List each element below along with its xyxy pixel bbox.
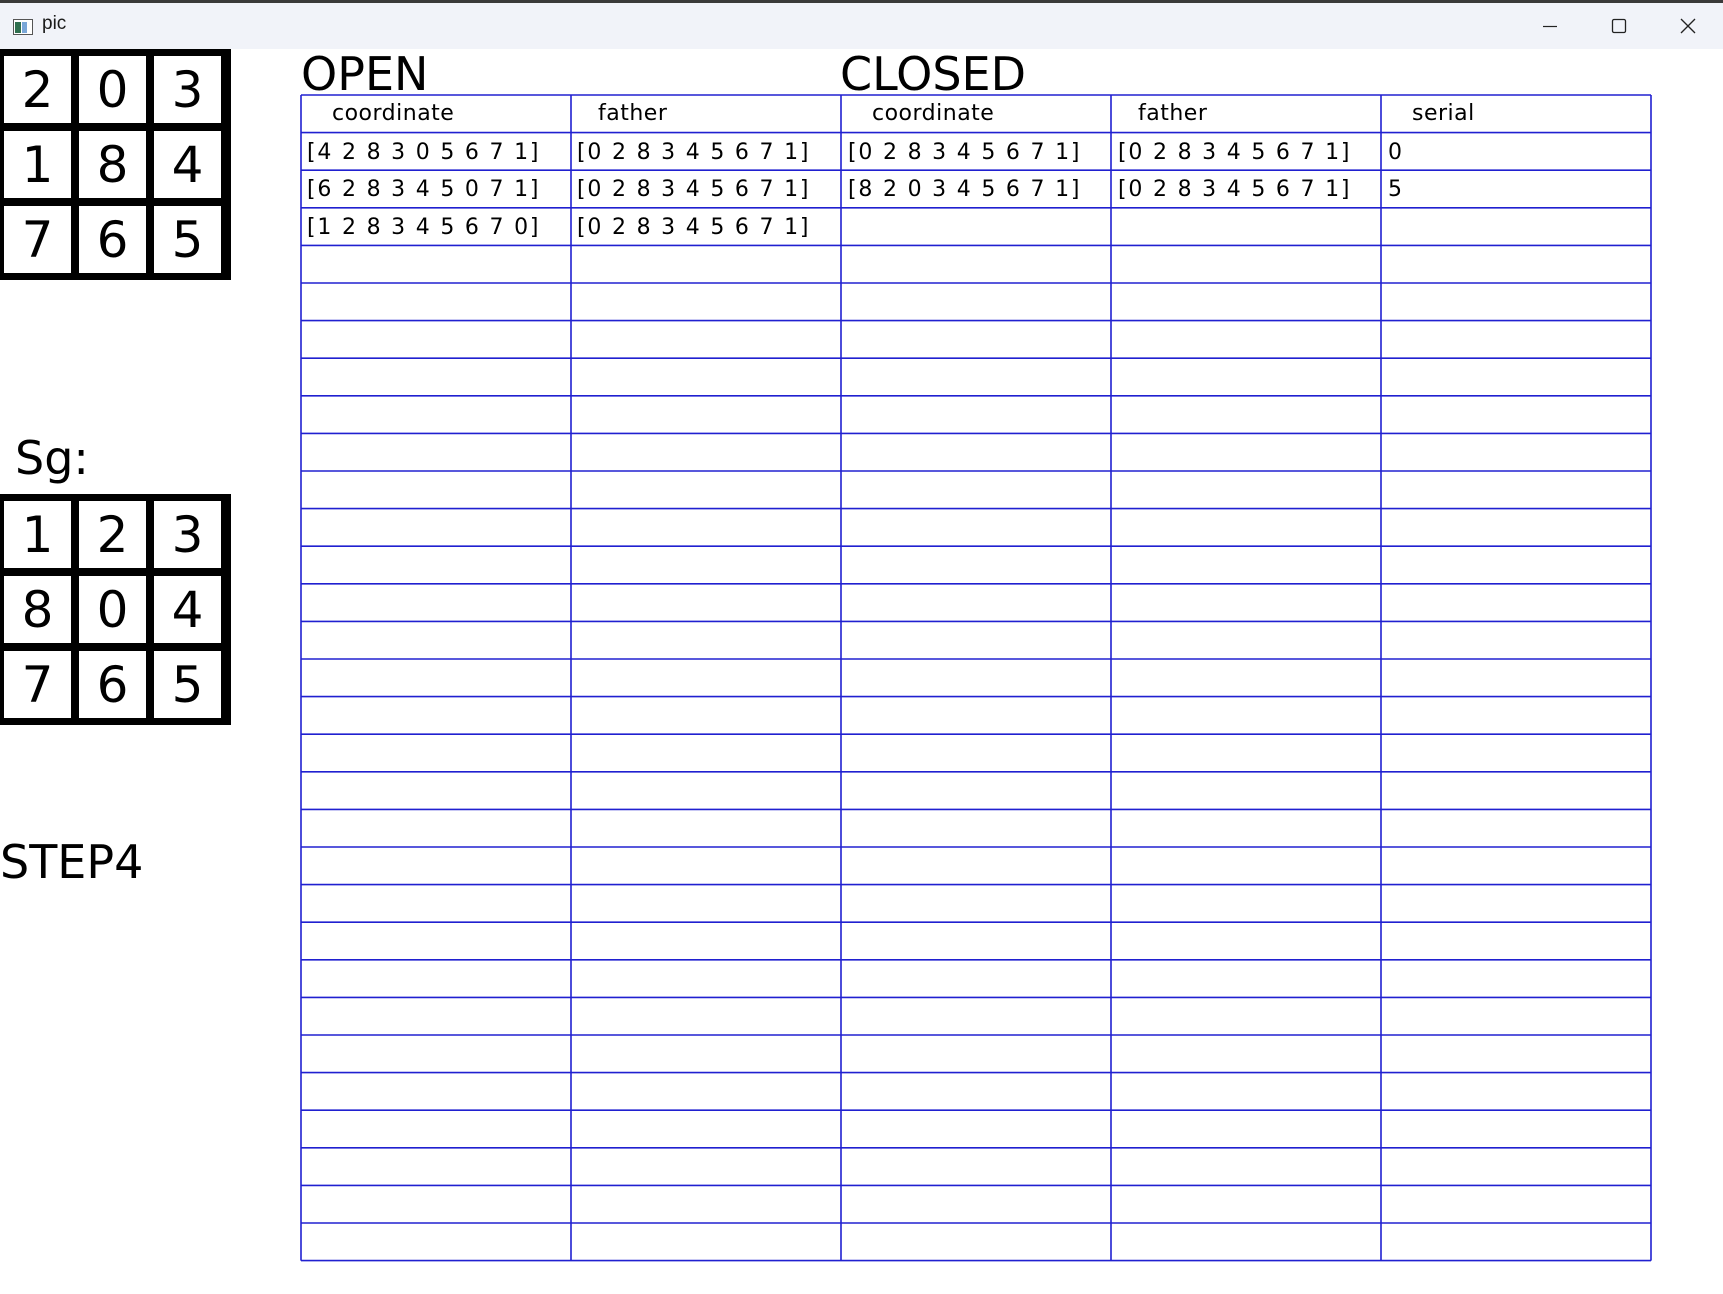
open-row-father: [0 2 8 3 4 5 6 7 1]: [577, 215, 811, 240]
minimize-icon: [1543, 25, 1557, 28]
open-row-father: [0 2 8 3 4 5 6 7 1]: [577, 140, 811, 165]
table-grid: [300, 94, 1652, 1262]
open-row-coordinate: [4 2 8 3 0 5 6 7 1]: [307, 140, 541, 165]
open-row-coordinate: [1 2 8 3 4 5 6 7 0]: [307, 215, 541, 240]
close-button[interactable]: [1653, 3, 1723, 49]
image-canvas: 2 0 3 1 8 4 7 6 5 Sg: 1 2 3 8 0 4 7 6 5 …: [0, 49, 1723, 1294]
closed-serial-header: serial: [1412, 101, 1475, 126]
maximize-button[interactable]: [1584, 3, 1654, 49]
closed-row-father: [0 2 8 3 4 5 6 7 1]: [1118, 177, 1352, 202]
close-icon: [1680, 18, 1696, 34]
open-father-header: father: [598, 101, 668, 126]
window-title: pic: [42, 13, 67, 34]
closed-row-serial: 0: [1388, 140, 1404, 165]
open-row-coordinate: [6 2 8 3 4 5 0 7 1]: [307, 177, 541, 202]
open-row-father: [0 2 8 3 4 5 6 7 1]: [577, 177, 811, 202]
closed-father-header: father: [1138, 101, 1208, 126]
minimize-button[interactable]: [1515, 3, 1585, 49]
maximize-icon: [1611, 18, 1627, 34]
closed-row-coordinate: [0 2 8 3 4 5 6 7 1]: [848, 140, 1082, 165]
closed-row-father: [0 2 8 3 4 5 6 7 1]: [1118, 140, 1352, 165]
open-coordinate-header: coordinate: [332, 101, 455, 126]
closed-coordinate-header: coordinate: [872, 101, 995, 126]
closed-row-serial: 5: [1388, 177, 1404, 202]
app-icon: [13, 19, 33, 35]
title-bar[interactable]: pic: [0, 3, 1723, 49]
closed-row-coordinate: [8 2 0 3 4 5 6 7 1]: [848, 177, 1082, 202]
